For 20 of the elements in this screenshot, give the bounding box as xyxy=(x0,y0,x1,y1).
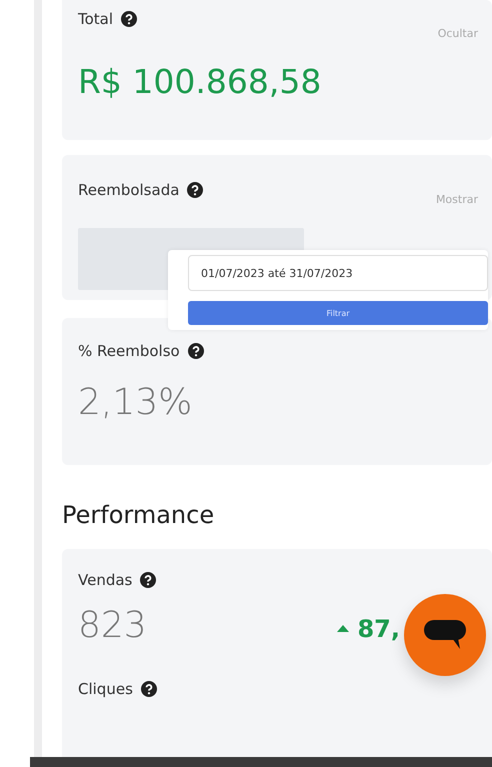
chat-icon xyxy=(424,620,466,650)
card-label: % Reembolso xyxy=(78,342,180,360)
help-icon[interactable] xyxy=(187,182,204,198)
card-label: Total xyxy=(78,10,114,28)
trend-value: 87, xyxy=(357,614,400,642)
show-link[interactable]: Mostrar xyxy=(436,193,478,206)
help-icon[interactable] xyxy=(188,343,204,359)
card-label: Cliques xyxy=(78,680,133,698)
help-icon[interactable] xyxy=(121,11,138,27)
filter-button[interactable]: Filtrar xyxy=(188,301,488,325)
total-value: R$ 100.868,58 xyxy=(78,62,322,101)
section-title: Performance xyxy=(62,501,216,529)
card-label: Vendas xyxy=(78,571,132,589)
hide-link[interactable]: Ocultar xyxy=(438,27,478,40)
help-icon[interactable] xyxy=(140,572,156,588)
sales-value: 823 xyxy=(78,605,147,646)
card-label: Reembolsada xyxy=(78,181,180,199)
help-icon[interactable] xyxy=(140,681,157,697)
date-range-field[interactable]: 01/07/2023 até 31/07/2023 xyxy=(188,255,488,291)
refund-rate-value: 2,13% xyxy=(78,382,194,423)
